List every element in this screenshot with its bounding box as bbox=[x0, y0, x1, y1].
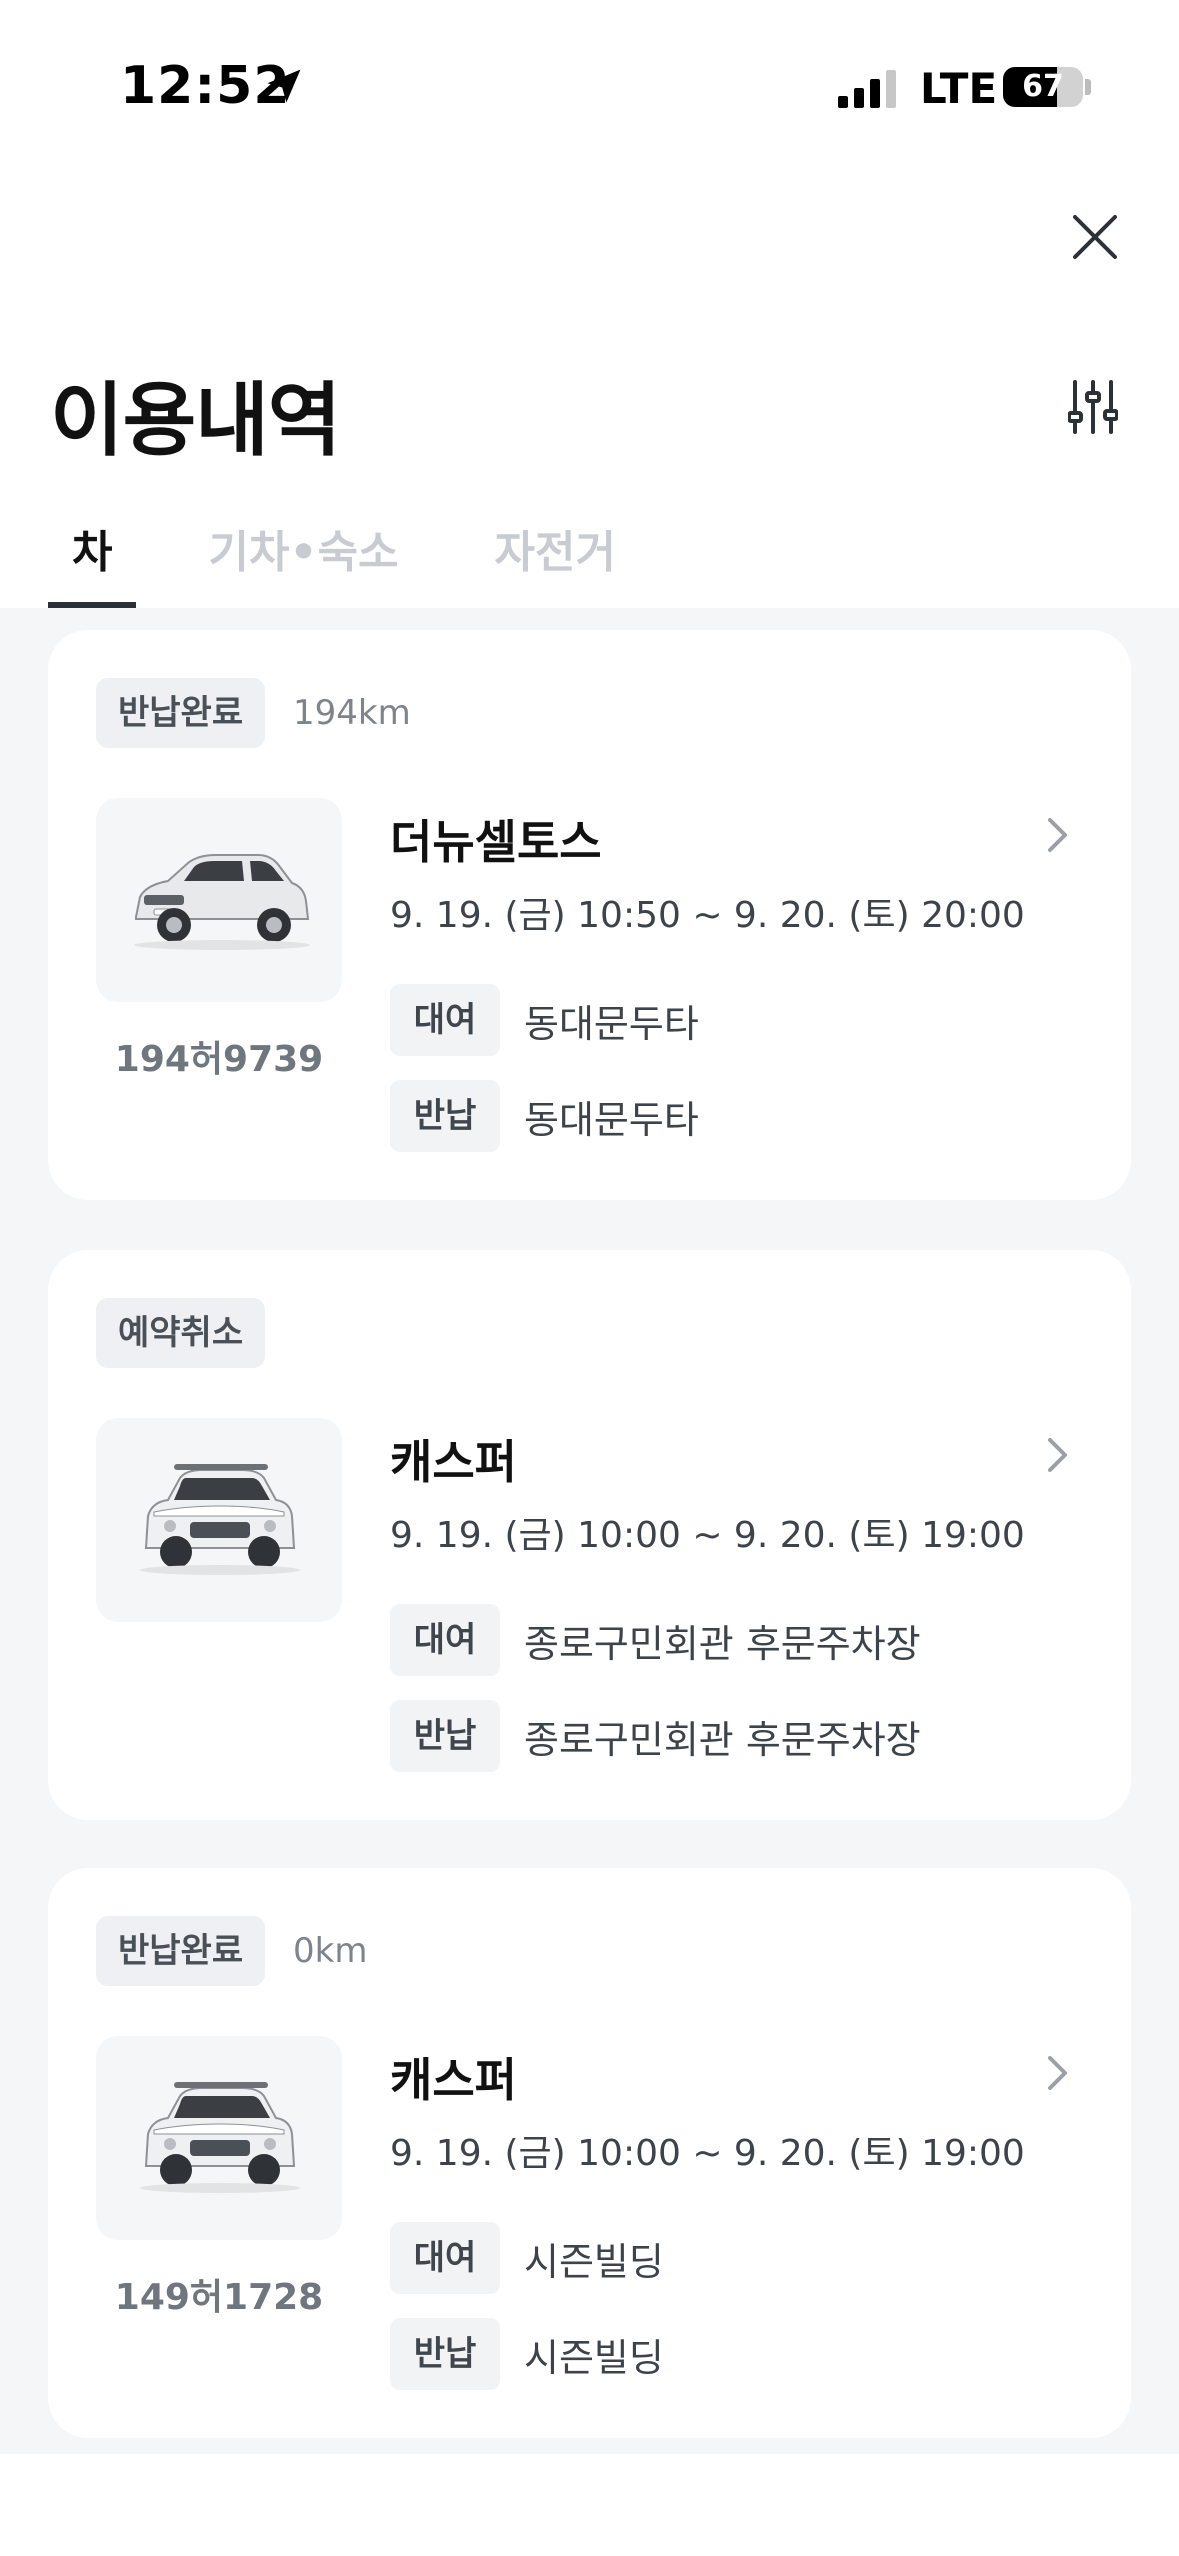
history-card[interactable]: 반납완료 0km 149허1728 캐스퍼 9. 19. (금) 10:00 ~… bbox=[48, 1868, 1131, 2438]
return-location-row: 반납 동대문두타 bbox=[390, 1080, 699, 1152]
close-icon bbox=[1073, 215, 1117, 259]
filter-button[interactable] bbox=[1060, 372, 1126, 442]
rental-period: 9. 19. (금) 10:00 ~ 9. 20. (토) 19:00 bbox=[390, 2133, 1025, 2174]
suv-car-icon bbox=[134, 854, 310, 950]
network-type: LTE bbox=[920, 64, 998, 113]
return-label: 반납 bbox=[390, 1080, 500, 1152]
page-title: 이용내역 bbox=[50, 374, 341, 467]
return-label: 반납 bbox=[390, 2318, 500, 2390]
rent-location-row: 대여 동대문두타 bbox=[390, 984, 699, 1056]
compact-suv-icon bbox=[140, 2082, 300, 2193]
history-card[interactable]: 반납완료 194km 194허9739 더뉴셀토스 9. 19. (금) 10:… bbox=[48, 630, 1131, 1200]
license-plate: 149허1728 bbox=[114, 2277, 324, 2318]
return-location: 시즌빌딩 bbox=[524, 2335, 664, 2380]
car-model-name: 더뉴셀토스 bbox=[390, 815, 602, 869]
battery-cap bbox=[1085, 79, 1091, 95]
return-location: 종로구민회관 후문주차장 bbox=[524, 1717, 921, 1762]
car-image bbox=[96, 2036, 342, 2240]
tab-car[interactable]: 차 bbox=[48, 518, 137, 608]
license-plate: 194허9739 bbox=[114, 1039, 324, 1080]
rent-location-row: 대여 종로구민회관 후문주차장 bbox=[390, 1604, 921, 1676]
status-badge: 예약취소 bbox=[96, 1298, 266, 1368]
rent-label: 대여 bbox=[390, 1604, 500, 1676]
return-location-row: 반납 시즌빌딩 bbox=[390, 2318, 664, 2390]
rent-location: 종로구민회관 후문주차장 bbox=[524, 1621, 921, 1666]
compact-suv-icon bbox=[140, 1464, 300, 1575]
tab-bicycle[interactable]: 자전거 bbox=[471, 518, 640, 608]
rent-location-row: 대여 시즌빌딩 bbox=[390, 2222, 664, 2294]
return-location: 동대문두타 bbox=[524, 1097, 699, 1142]
battery-percentage: 67 bbox=[1022, 69, 1064, 104]
chevron-right-icon[interactable] bbox=[1038, 1430, 1078, 1480]
car-model-name: 캐스퍼 bbox=[390, 1435, 517, 1489]
filter-sliders-icon bbox=[1068, 380, 1118, 434]
cellular-signal-icon bbox=[838, 70, 896, 108]
rent-label: 대여 bbox=[390, 2222, 500, 2294]
status-bar: 12:52 LTE 67 bbox=[0, 0, 1179, 170]
close-button[interactable] bbox=[1060, 202, 1130, 272]
rent-location: 시즌빌딩 bbox=[524, 2239, 664, 2284]
location-arrow-icon bbox=[267, 69, 301, 103]
car-model-name: 캐스퍼 bbox=[390, 2053, 517, 2107]
distance-text: 0km bbox=[293, 1931, 368, 1971]
car-image bbox=[96, 1418, 342, 1622]
rental-period: 9. 19. (금) 10:50 ~ 9. 20. (토) 20:00 bbox=[390, 895, 1025, 936]
return-location-row: 반납 종로구민회관 후문주차장 bbox=[390, 1700, 921, 1772]
category-tabs: 차 기차•숙소 자전거 bbox=[48, 518, 640, 608]
usage-history-screen: 12:52 LTE 67 이용내역 차 기차•숙소 자전거 반납완료 194km… bbox=[0, 0, 1179, 2556]
chevron-right-icon[interactable] bbox=[1038, 810, 1078, 860]
status-badge: 반납완료 bbox=[96, 1916, 266, 1986]
distance-text: 194km bbox=[293, 693, 411, 733]
tab-train-lodging[interactable]: 기차•숙소 bbox=[184, 518, 422, 608]
rental-period: 9. 19. (금) 10:00 ~ 9. 20. (토) 19:00 bbox=[390, 1515, 1025, 1556]
rent-label: 대여 bbox=[390, 984, 500, 1056]
return-label: 반납 bbox=[390, 1700, 500, 1772]
history-list: 반납완료 194km 194허9739 더뉴셀토스 9. 19. (금) 10:… bbox=[0, 608, 1179, 2454]
status-badge: 반납완료 bbox=[96, 678, 266, 748]
history-card[interactable]: 예약취소 캐스퍼 9. 19. (금) 10:00 ~ 9. 20. (토) 1… bbox=[48, 1250, 1131, 1820]
chevron-right-icon[interactable] bbox=[1038, 2048, 1078, 2098]
battery-icon: 67 bbox=[1003, 67, 1083, 107]
car-image bbox=[96, 798, 342, 1002]
rent-location: 동대문두타 bbox=[524, 1001, 699, 1046]
